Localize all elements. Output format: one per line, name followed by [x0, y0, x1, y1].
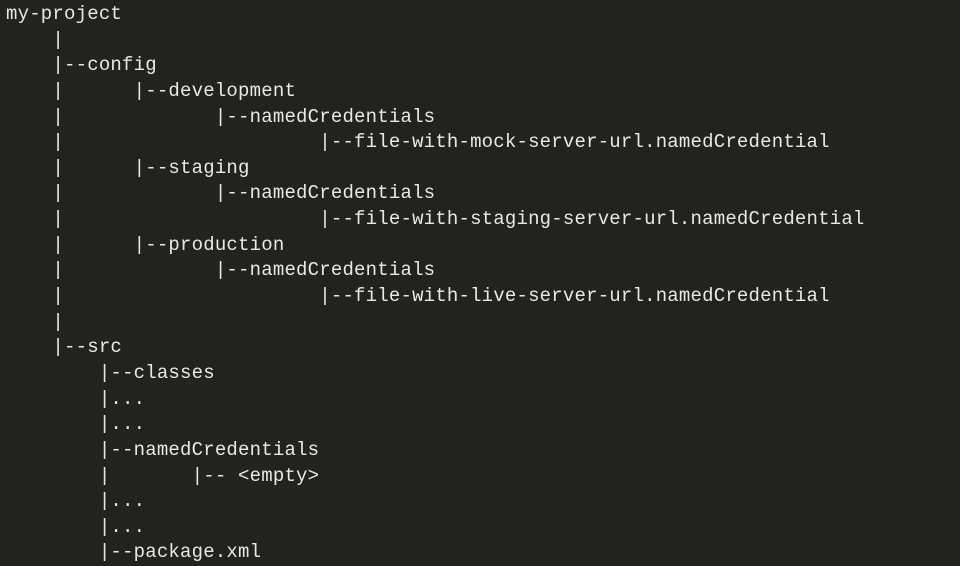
tree-line-7: | |--namedCredentials — [6, 182, 435, 204]
tree-line-2: |--config — [6, 54, 157, 76]
tree-line-13: |--src — [6, 336, 122, 358]
tree-line-17: |--namedCredentials — [6, 439, 319, 461]
tree-line-4: | |--namedCredentials — [6, 106, 435, 128]
tree-line-12: | — [6, 311, 64, 333]
directory-tree: my-project | |--config | |--development … — [6, 2, 960, 566]
tree-line-1: | — [6, 29, 64, 51]
tree-line-18: | |-- <empty> — [6, 465, 319, 487]
tree-line-21: |--package.xml — [6, 541, 261, 563]
tree-line-11: | |--file-with-live-server-url.namedCred… — [6, 285, 830, 307]
tree-line-8: | |--file-with-staging-server-url.namedC… — [6, 208, 865, 230]
tree-line-3: | |--development — [6, 80, 296, 102]
tree-line-0: my-project — [6, 3, 122, 25]
tree-line-6: | |--staging — [6, 157, 250, 179]
tree-line-14: |--classes — [6, 362, 215, 384]
tree-line-20: |... — [6, 516, 145, 538]
tree-line-5: | |--file-with-mock-server-url.namedCred… — [6, 131, 830, 153]
tree-line-9: | |--production — [6, 234, 284, 256]
tree-line-16: |... — [6, 413, 145, 435]
tree-line-10: | |--namedCredentials — [6, 259, 435, 281]
tree-line-15: |... — [6, 388, 145, 410]
